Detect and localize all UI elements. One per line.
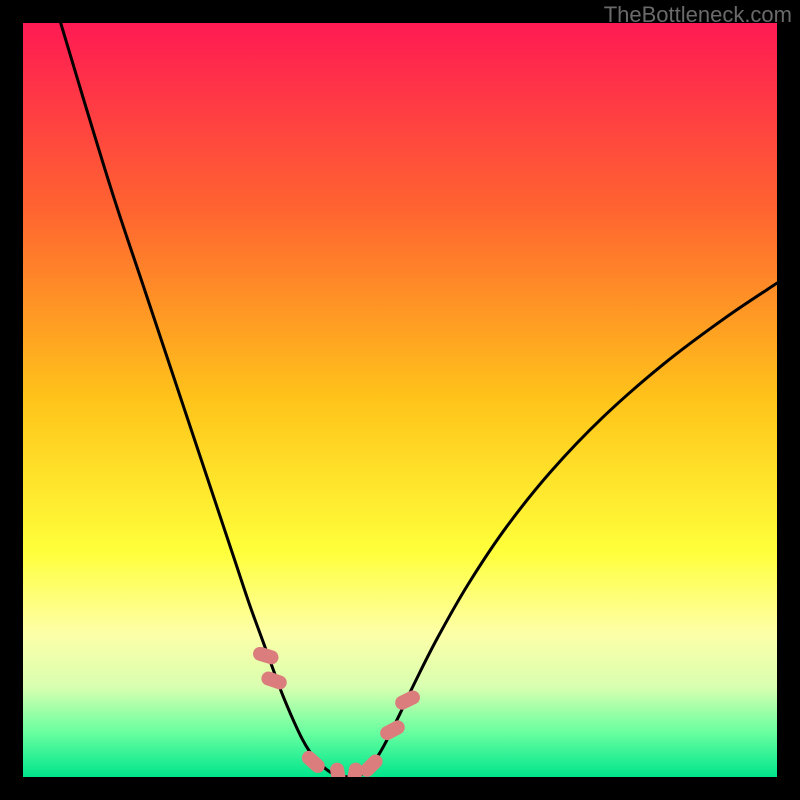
chart-svg — [23, 23, 777, 777]
plot-area — [23, 23, 777, 777]
chart-frame: TheBottleneck.com — [0, 0, 800, 800]
gradient-background — [23, 23, 777, 777]
